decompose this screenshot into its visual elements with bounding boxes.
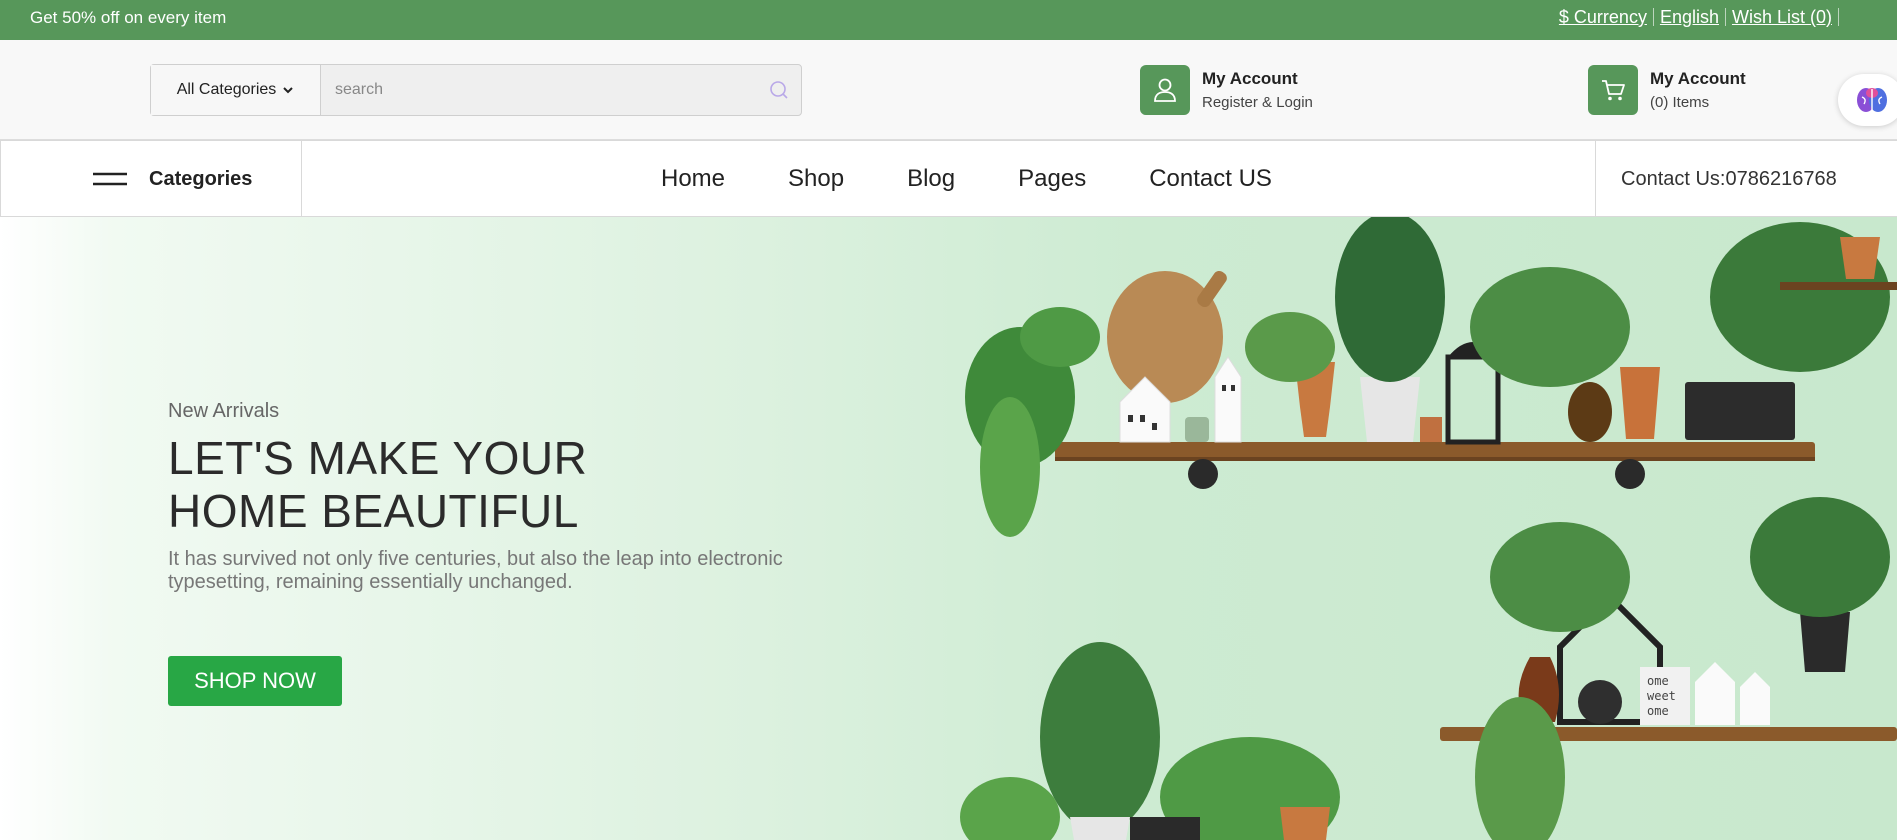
- sign-line-3: ome: [1647, 704, 1669, 718]
- category-select-label: All Categories: [176, 81, 277, 98]
- chevron-down-icon: [283, 87, 294, 94]
- wishlist-link[interactable]: Wish List (0): [1726, 8, 1839, 26]
- language-link[interactable]: English: [1654, 8, 1726, 26]
- hero-title-line-1: LET'S MAKE YOUR: [168, 432, 588, 484]
- categories-label: Categories: [149, 167, 253, 190]
- contact-phone: Contact Us:0786216768: [1595, 141, 1897, 217]
- sign-line-1: ome: [1647, 674, 1669, 688]
- search-input[interactable]: [321, 65, 757, 115]
- nav-contact[interactable]: Contact US: [1149, 165, 1272, 193]
- nav-home[interactable]: Home: [661, 165, 725, 193]
- nav-shop[interactable]: Shop: [788, 165, 844, 193]
- hero-title: LET'S MAKE YOUR HOME BEAUTIFUL: [168, 432, 728, 538]
- hero-image: ome weet ome: [960, 217, 1897, 840]
- categories-toggle[interactable]: Categories: [0, 141, 302, 217]
- user-icon: [1140, 65, 1190, 115]
- nav-menu: Home Shop Blog Pages Contact US: [661, 141, 1335, 217]
- account-title: My Account: [1202, 69, 1298, 88]
- cart-icon: [1588, 65, 1638, 115]
- cart-summary[interactable]: My Account (0) Items: [1588, 65, 1746, 115]
- hero-title-line-2: HOME BEAUTIFUL: [168, 485, 579, 537]
- upper-shelf: [965, 217, 1897, 537]
- brain-icon: [1857, 88, 1887, 112]
- promo-text: Get 50% off on every item: [30, 8, 227, 27]
- sign-line-2: weet: [1647, 689, 1676, 703]
- main-nav: Categories Home Shop Blog Pages Contact …: [0, 140, 1897, 217]
- hamburger-icon: [93, 172, 127, 186]
- top-promo-bar: Get 50% off on every item $ Currency Eng…: [0, 0, 1897, 40]
- hero-kicker: New Arrivals: [168, 400, 280, 422]
- shop-now-button[interactable]: SHOP NOW: [168, 656, 342, 706]
- category-select[interactable]: All Categories: [151, 65, 321, 115]
- site-header: All Categories My Account Register & Log…: [0, 40, 1897, 140]
- cart-count: (0) Items: [1650, 94, 1710, 111]
- assistant-button[interactable]: [1838, 74, 1897, 126]
- search-bar: All Categories: [150, 64, 802, 116]
- nav-blog[interactable]: Blog: [907, 165, 955, 193]
- lower-shelf: ome weet ome: [960, 497, 1897, 840]
- hero-description: It has survived not only five centuries,…: [168, 548, 783, 593]
- top-links: $ Currency English Wish List (0): [1553, 8, 1839, 26]
- search-icon[interactable]: [757, 65, 801, 115]
- currency-link[interactable]: $ Currency: [1553, 8, 1654, 26]
- account-subtitle: Register & Login: [1202, 94, 1313, 111]
- nav-pages[interactable]: Pages: [1018, 165, 1086, 193]
- account-login[interactable]: My Account Register & Login: [1140, 65, 1313, 115]
- cart-title: My Account: [1650, 69, 1746, 88]
- hero-banner: New Arrivals LET'S MAKE YOUR HOME BEAUTI…: [0, 217, 1897, 840]
